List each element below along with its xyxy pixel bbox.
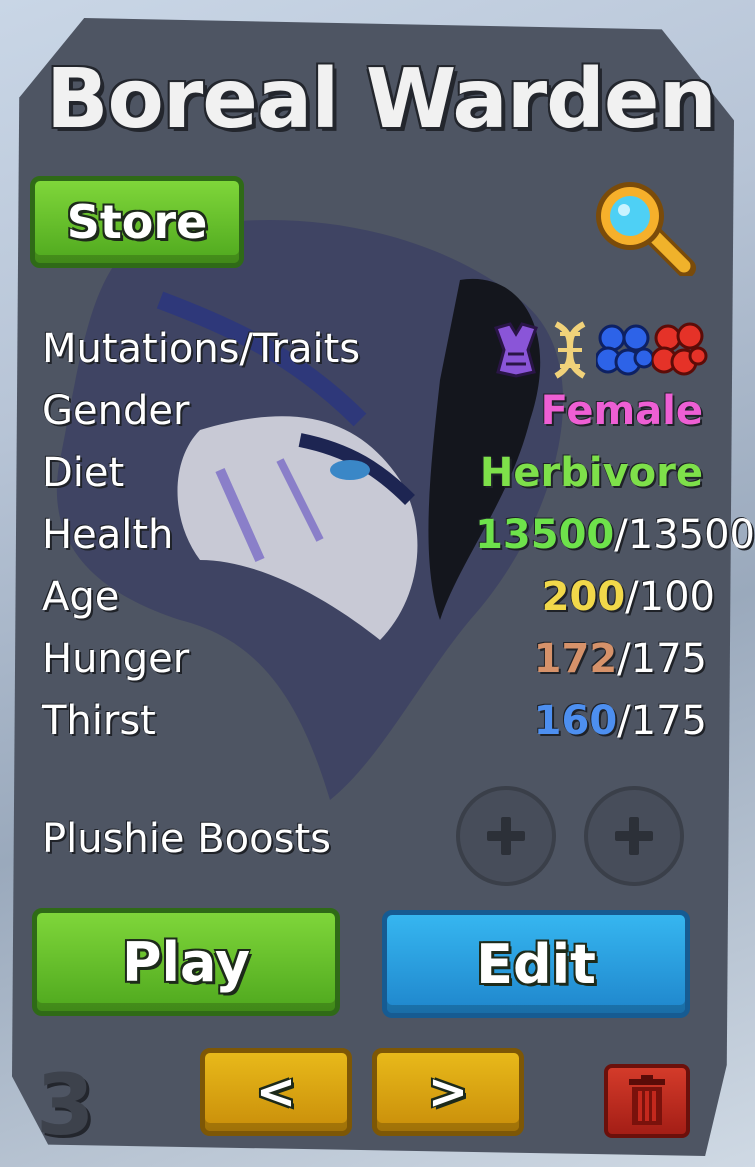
hunger-max: /175 xyxy=(617,636,707,682)
mutations-label: Mutations/Traits xyxy=(42,326,361,372)
health-value: 13500/13500 xyxy=(475,512,755,558)
thirst-current: 160 xyxy=(533,698,618,744)
plushie-slot-1[interactable] xyxy=(456,786,556,886)
play-button[interactable]: Play xyxy=(32,908,340,1016)
delete-button[interactable] xyxy=(604,1064,690,1138)
diet-label: Diet xyxy=(42,450,125,496)
thirst-value: 160/175 xyxy=(534,698,707,744)
hunger-value: 172/175 xyxy=(534,636,707,682)
thirst-label: Thirst xyxy=(42,698,156,744)
store-button[interactable]: Store xyxy=(30,176,244,268)
hunger-label: Hunger xyxy=(42,636,190,682)
plushie-boosts-label: Plushie Boosts xyxy=(42,816,331,862)
plushie-slot-2[interactable] xyxy=(584,786,684,886)
hunger-current: 172 xyxy=(533,636,618,682)
magnifier-icon[interactable] xyxy=(586,176,698,276)
plus-icon xyxy=(615,817,653,855)
gender-label: Gender xyxy=(42,388,190,434)
next-button[interactable]: > xyxy=(372,1048,524,1136)
gender-value: Female xyxy=(540,388,703,434)
prev-button[interactable]: < xyxy=(200,1048,352,1136)
age-label: Age xyxy=(42,574,120,620)
purple-trait-icon[interactable] xyxy=(490,320,542,380)
thirst-max: /175 xyxy=(617,698,707,744)
dna-icon[interactable] xyxy=(544,320,596,380)
trash-icon xyxy=(629,1075,665,1125)
dino-name: Boreal Warden xyxy=(46,52,717,147)
diet-value: Herbivore xyxy=(479,450,703,496)
red-cluster-icon[interactable] xyxy=(652,320,708,380)
plus-icon xyxy=(487,817,525,855)
health-label: Health xyxy=(42,512,174,558)
age-value: 200/100 xyxy=(542,574,715,620)
age-current: 200 xyxy=(541,574,626,620)
edit-button[interactable]: Edit xyxy=(382,910,690,1018)
health-max: /13500 xyxy=(614,512,755,558)
blue-cluster-icon[interactable] xyxy=(596,320,654,380)
slot-number: 3 xyxy=(36,1056,95,1154)
health-current: 13500 xyxy=(475,512,615,558)
age-max: /100 xyxy=(625,574,715,620)
